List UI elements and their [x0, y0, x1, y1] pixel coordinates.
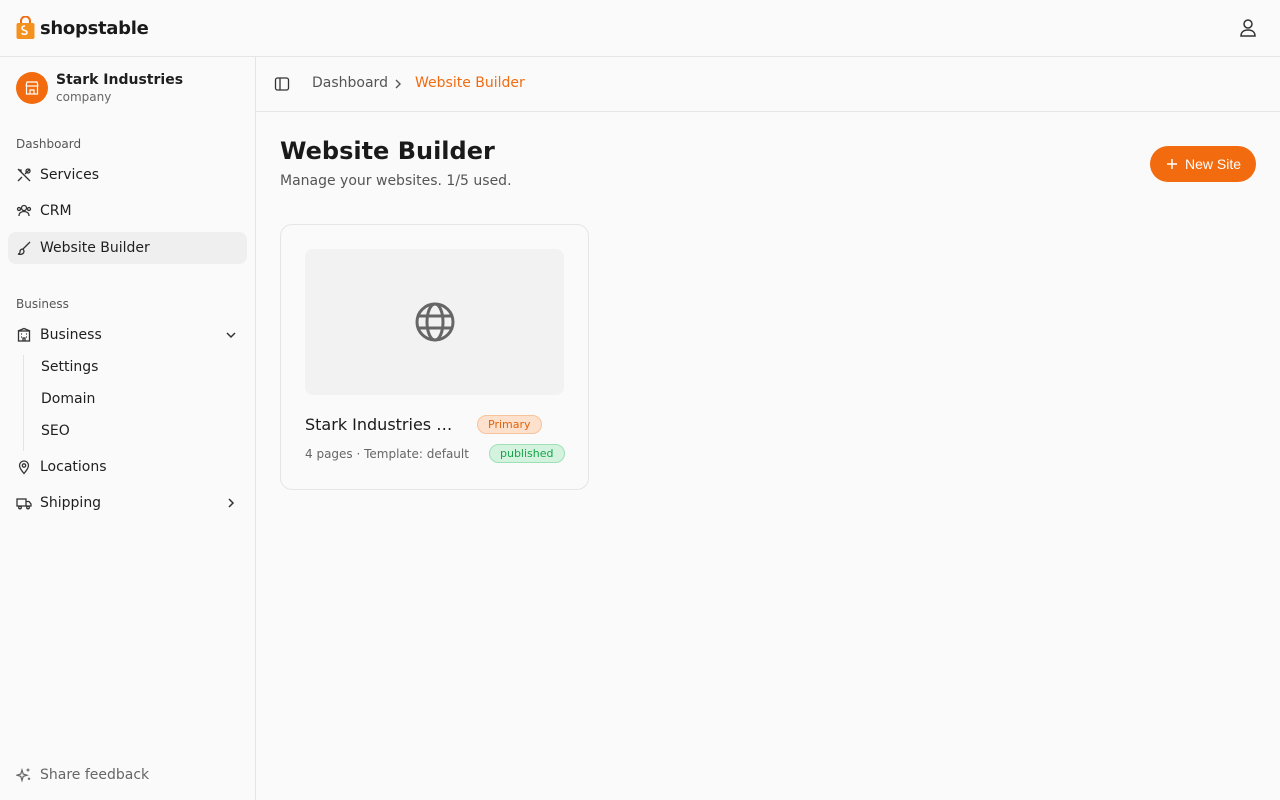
sidebar-item-label: CRM [40, 203, 72, 219]
breadcrumb-dashboard[interactable]: Dashboard [312, 75, 388, 91]
section-label-dashboard: Dashboard [16, 137, 82, 151]
company-switcher[interactable]: Stark Industries company [16, 71, 183, 105]
sidebar-item-label: Website Builder [40, 240, 150, 256]
sidebar-item-crm[interactable]: CRM [8, 195, 247, 227]
sidebar-subitem-domain[interactable]: Domain [41, 391, 95, 407]
sidebar-item-locations[interactable]: Locations [8, 451, 247, 483]
site-thumbnail[interactable] [305, 249, 564, 395]
sidebar-subitem-seo[interactable]: SEO [41, 423, 70, 439]
company-type: company [56, 90, 112, 104]
share-feedback-button[interactable]: Share feedback [16, 767, 149, 783]
site-name: Stark Industries We... [305, 415, 465, 434]
sidebar-item-label: Shipping [40, 495, 102, 511]
sidebar-item-label: Services [40, 167, 100, 183]
sidebar: Stark Industries company Dashboard Servi… [0, 57, 256, 800]
chevron-right-icon [392, 78, 404, 90]
chevron-down-icon[interactable] [223, 327, 239, 343]
globe-icon [414, 301, 456, 343]
company-name: Stark Industries [56, 72, 184, 88]
sidebar-toggle-button[interactable] [274, 76, 290, 92]
sidebar-toggle-icon [274, 76, 290, 92]
brush-icon [16, 240, 32, 256]
sparkle-icon [16, 767, 32, 783]
building-icon [16, 327, 32, 343]
chevron-right-icon[interactable] [223, 495, 239, 511]
top-bar: shopstable [0, 0, 1280, 57]
map-pin-icon [16, 459, 32, 475]
plus-icon [1165, 157, 1179, 171]
logo[interactable]: shopstable [16, 16, 149, 40]
submenu-divider [23, 355, 24, 451]
new-site-label: New Site [1184, 156, 1242, 172]
brand-name: shopstable [40, 17, 149, 39]
shopping-bag-icon [16, 16, 35, 40]
site-meta: 4 pages · Template: default [305, 447, 469, 461]
section-label-business: Business [16, 297, 69, 311]
users-icon [16, 203, 32, 219]
new-site-button[interactable]: New Site [1150, 146, 1256, 182]
sidebar-item-label: Locations [40, 459, 107, 475]
sidebar-item-website-builder[interactable]: Website Builder [8, 232, 247, 264]
sidebar-item-shipping[interactable]: Shipping [8, 487, 247, 519]
breadcrumb-bar: Dashboard Website Builder [256, 57, 1280, 112]
breadcrumb-website-builder: Website Builder [415, 75, 525, 91]
sidebar-item-label: Business [40, 327, 102, 343]
sidebar-item-services[interactable]: Services [8, 159, 247, 191]
tools-icon [16, 167, 32, 183]
sidebar-item-business[interactable]: Business [8, 319, 247, 351]
page-subtitle: Manage your websites. 1/5 used. [280, 173, 512, 189]
site-card[interactable]: Stark Industries We... Primary 4 pages ·… [280, 224, 589, 490]
company-avatar [16, 72, 48, 104]
sidebar-subitem-settings[interactable]: Settings [41, 359, 98, 375]
user-menu-button[interactable] [1236, 16, 1260, 40]
user-icon [1236, 16, 1260, 40]
share-feedback-label: Share feedback [40, 767, 150, 783]
store-icon [24, 80, 40, 96]
status-badge: published [489, 444, 565, 463]
truck-icon [16, 495, 32, 511]
primary-badge: Primary [477, 415, 542, 434]
page-title: Website Builder [280, 137, 495, 165]
